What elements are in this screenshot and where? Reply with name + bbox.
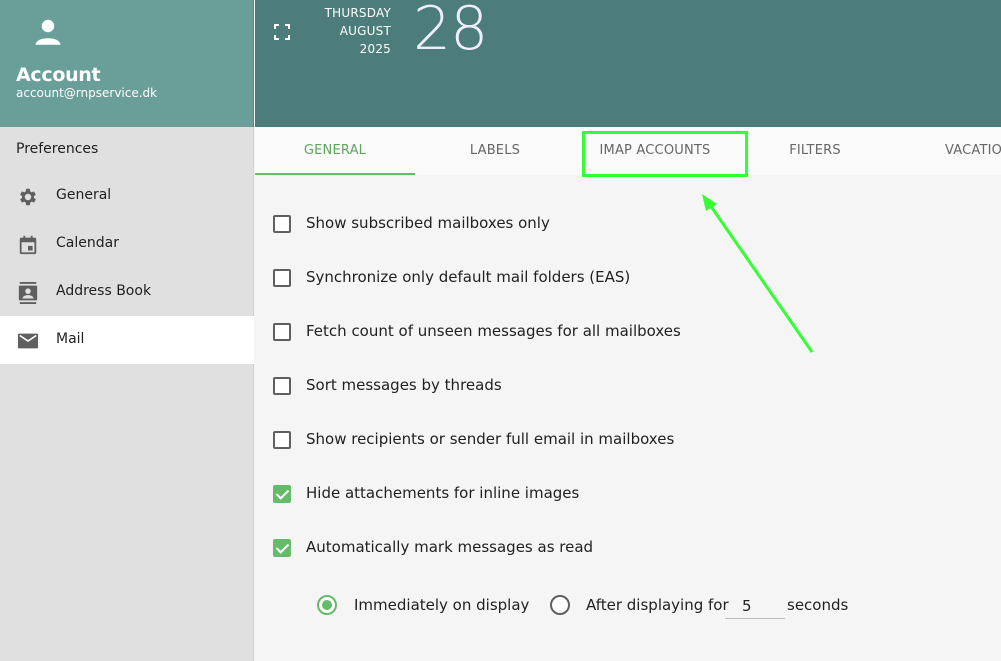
tab-vacation[interactable]: VACATION: [895, 127, 1001, 175]
account-name: Account: [16, 64, 101, 86]
radio-immediately-label: Immediately on display: [354, 596, 530, 614]
option-label: Sort messages by threads: [306, 376, 502, 394]
radio-after-delay[interactable]: [550, 595, 570, 615]
sidebar-item-calendar[interactable]: Calendar: [0, 220, 254, 268]
checkbox[interactable]: [273, 377, 291, 395]
preferences-sidebar: Preferences General Calendar Address Boo…: [0, 127, 254, 661]
tab-general[interactable]: GENERAL: [255, 127, 415, 175]
sidebar-item-label: General: [56, 187, 112, 203]
checkbox[interactable]: [273, 431, 291, 449]
option-label: Fetch count of unseen messages for all m…: [306, 322, 681, 340]
option-label: Automatically mark messages as read: [306, 538, 594, 556]
weekday-label: THURSDAY: [324, 6, 391, 20]
mail-icon: [17, 333, 39, 349]
checkbox-checked[interactable]: [273, 485, 291, 503]
sidebar-item-label: Address Book: [56, 283, 152, 299]
gear-icon: [20, 188, 36, 206]
mail-preferences-tabs: GENERAL LABELS IMAP ACCOUNTS FILTERS VAC…: [255, 127, 1001, 175]
sidebar-item-label: Calendar: [56, 235, 119, 251]
account-email: account@rnpservice.dk: [16, 86, 158, 100]
calendar-icon: [19, 235, 37, 255]
sidebar-item-address-book[interactable]: Address Book: [0, 268, 254, 316]
option-label: Show subscribed mailboxes only: [306, 214, 550, 232]
tab-filters[interactable]: FILTERS: [735, 127, 895, 175]
sidebar-item-label: Mail: [56, 331, 85, 347]
general-mail-settings: Show subscribed mailboxes only Synchroni…: [255, 175, 1001, 661]
year-label: 2025: [359, 42, 391, 56]
account-header: Account account@rnpservice.dk: [0, 0, 254, 127]
radio-after-delay-label: After displaying for: [586, 596, 729, 614]
option-label: Show recipients or sender full email in …: [306, 430, 675, 448]
seconds-label: seconds: [787, 596, 849, 614]
date-text: THURSDAY AUGUST 2025: [295, 4, 391, 58]
day-number: 28: [413, 0, 488, 64]
radio-immediately[interactable]: [317, 595, 337, 615]
month-label: AUGUST: [339, 24, 391, 38]
option-label: Hide attachements for inline images: [306, 484, 580, 502]
date-banner: THURSDAY AUGUST 2025 28: [255, 0, 1001, 127]
checkbox[interactable]: [273, 323, 291, 341]
person-icon: [35, 19, 61, 45]
sidebar-item-mail[interactable]: Mail: [0, 316, 254, 364]
fullscreen-icon[interactable]: [274, 24, 290, 40]
checkbox[interactable]: [273, 215, 291, 233]
seconds-input[interactable]: [725, 593, 785, 619]
sidebar-item-general[interactable]: General: [0, 172, 254, 220]
option-label: Synchronize only default mail folders (E…: [306, 268, 631, 286]
tab-labels[interactable]: LABELS: [415, 127, 575, 175]
preferences-title: Preferences: [16, 141, 99, 157]
tab-imap-accounts[interactable]: IMAP ACCOUNTS: [575, 127, 735, 175]
checkbox-checked[interactable]: [273, 539, 291, 557]
checkbox[interactable]: [273, 269, 291, 287]
contacts-icon: [18, 282, 38, 304]
